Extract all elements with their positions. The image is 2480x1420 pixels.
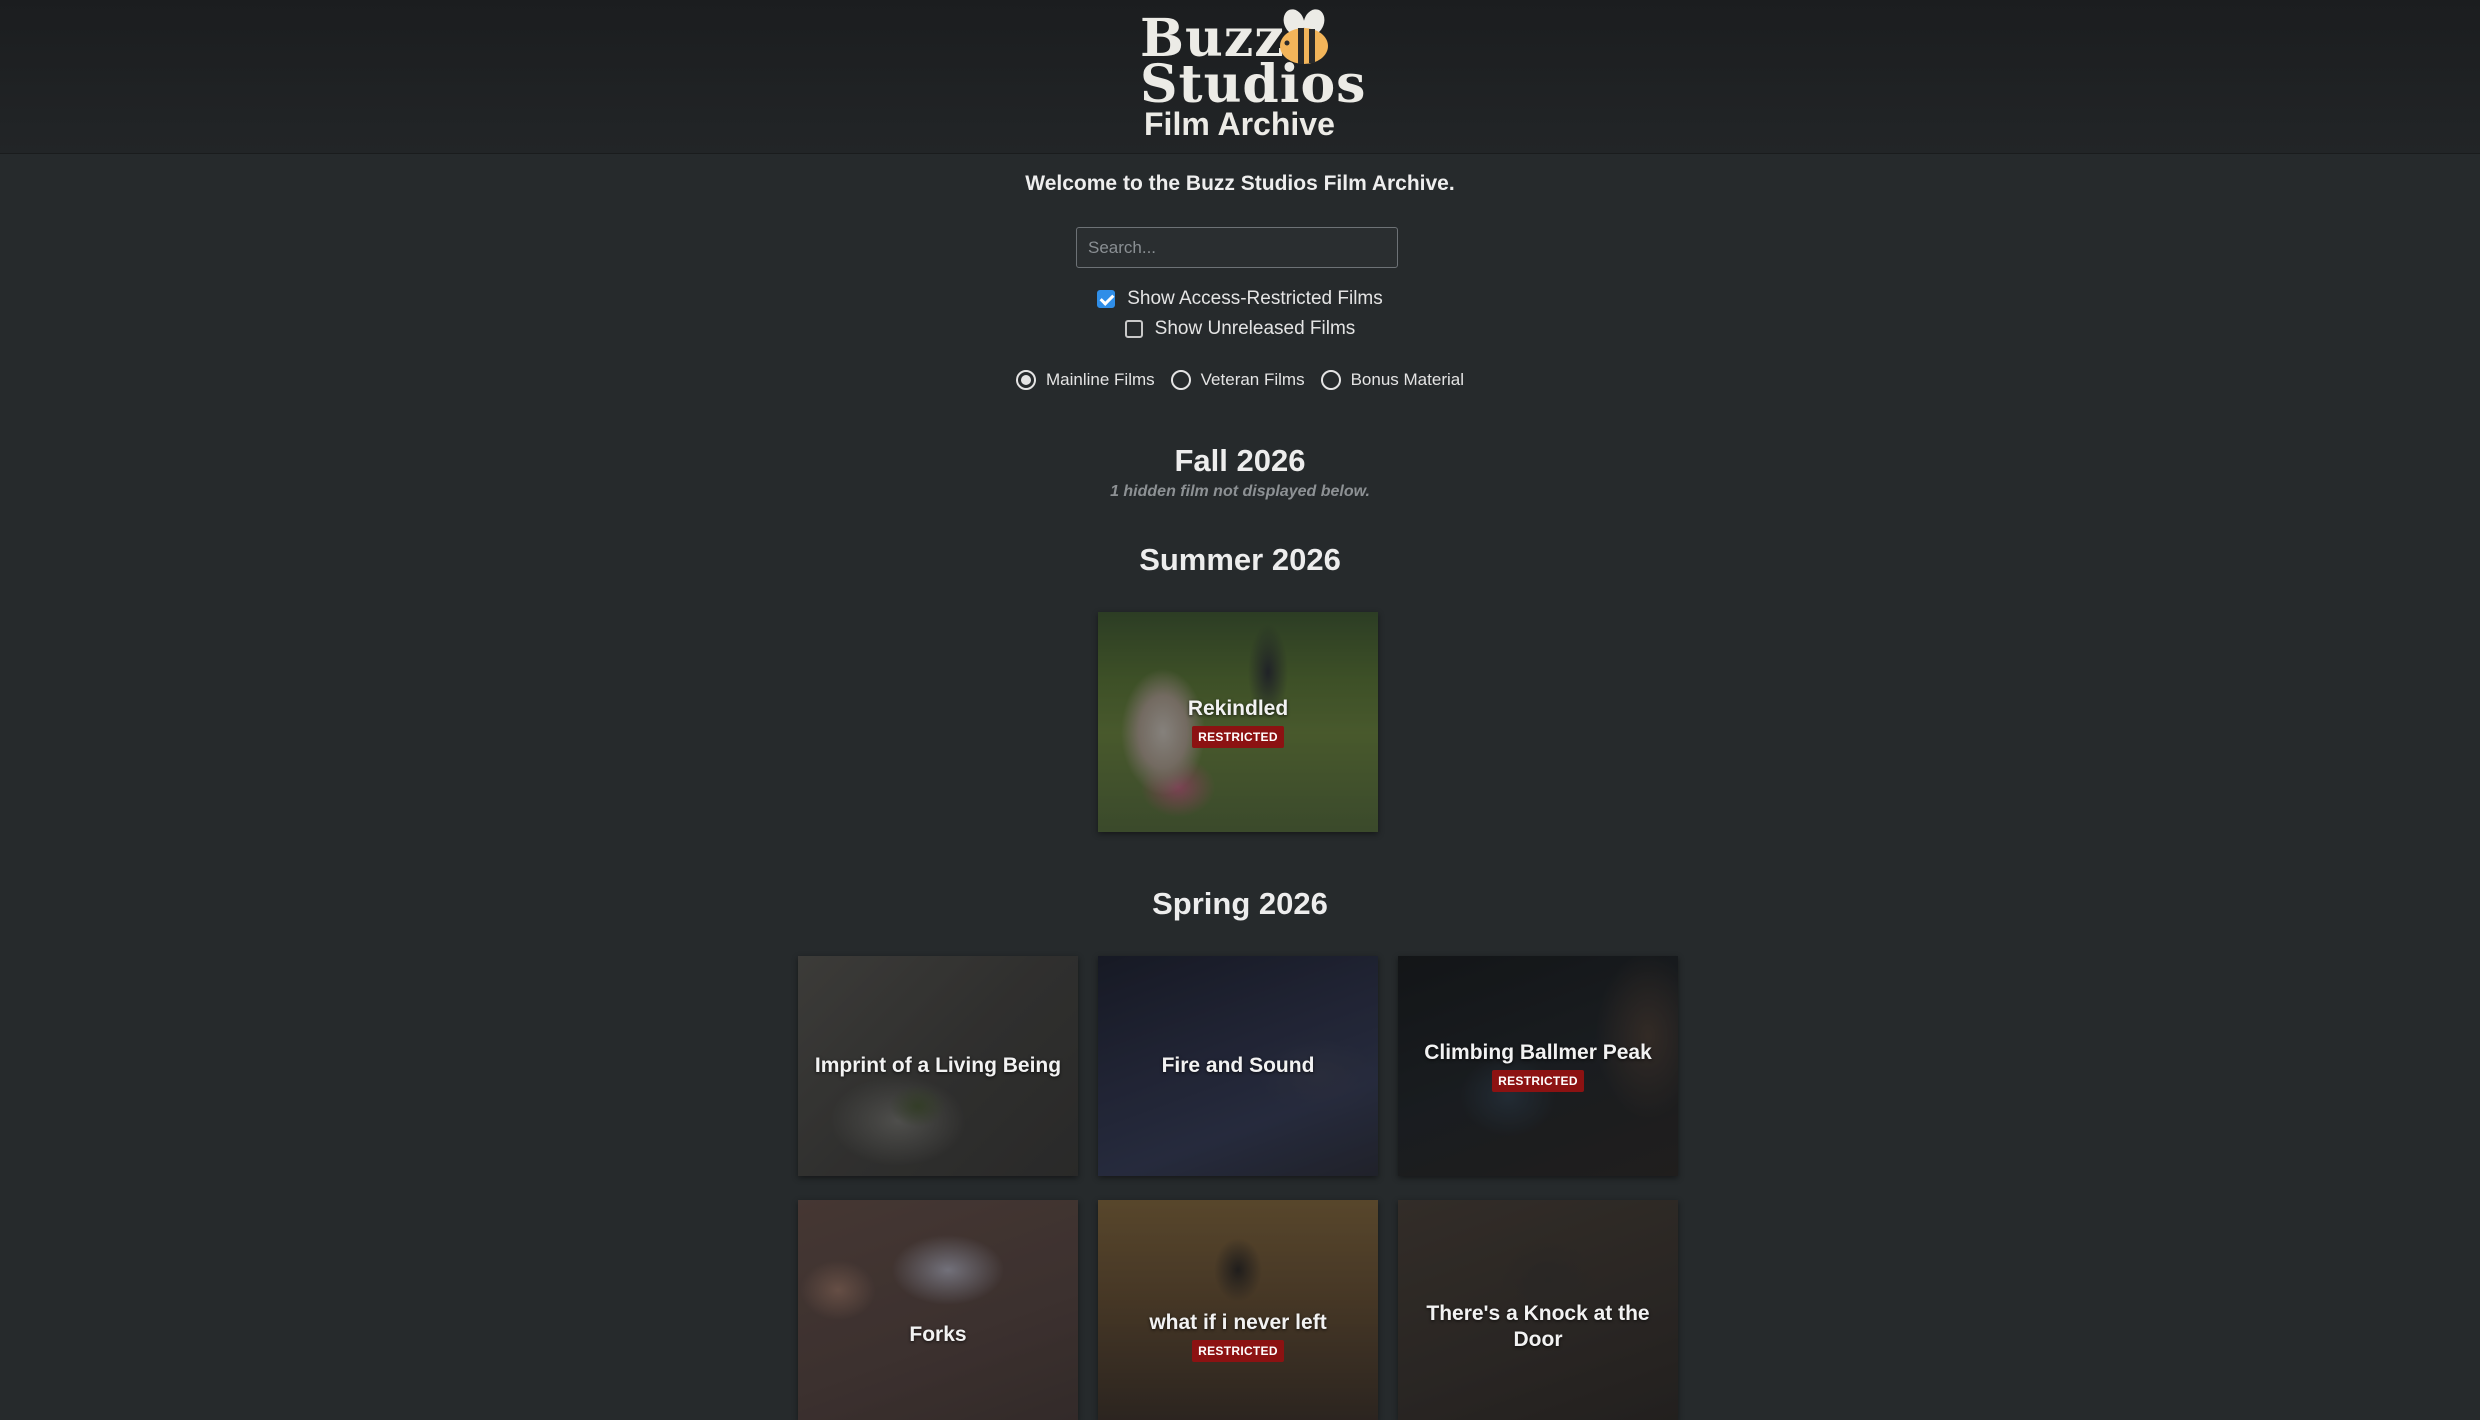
buzz-studios-logo[interactable]: Buzz Studios Film Archive: [1140, 8, 1365, 143]
film-title: what if i never left: [1149, 1311, 1327, 1334]
radio-bonus-material[interactable]: Bonus Material: [1320, 370, 1464, 390]
logo-text-film-archive: Film Archive: [1144, 106, 1335, 142]
film-card-what-if-i-never-left[interactable]: what if i never left RESTRICTED: [1098, 1200, 1378, 1420]
card-info: Fire and Sound: [1098, 956, 1378, 1176]
filter-show-restricted[interactable]: Show Access-Restricted Films: [0, 286, 2480, 312]
radio-button-veteran[interactable]: [1170, 370, 1191, 390]
card-info: Climbing Ballmer Peak RESTRICTED: [1398, 956, 1678, 1176]
film-card-rekindled[interactable]: Rekindled RESTRICTED: [1098, 612, 1378, 832]
card-info: Forks: [798, 1200, 1078, 1420]
radio-button-mainline[interactable]: [1016, 370, 1037, 390]
restricted-badge: RESTRICTED: [1192, 726, 1284, 748]
show-unreleased-checkbox[interactable]: [1124, 320, 1143, 338]
restricted-badge: RESTRICTED: [1192, 1340, 1284, 1362]
show-restricted-label[interactable]: Show Access-Restricted Films: [1127, 286, 1383, 312]
radio-label-bonus[interactable]: Bonus Material: [1351, 370, 1464, 390]
radio-button-bonus[interactable]: [1320, 370, 1341, 390]
site-header: Buzz Studios Film Archive: [0, 0, 2480, 154]
radio-veteran-films[interactable]: Veteran Films: [1170, 370, 1305, 390]
film-card-theres-a-knock-at-the-door[interactable]: There's a Knock at the Door: [1398, 1200, 1678, 1420]
bee-icon: [1280, 9, 1328, 64]
radio-mainline-films[interactable]: Mainline Films: [1016, 370, 1155, 390]
card-info: Imprint of a Living Being: [798, 956, 1078, 1176]
radio-label-veteran[interactable]: Veteran Films: [1201, 370, 1305, 390]
search-input[interactable]: [1076, 227, 1398, 268]
film-card-climbing-ballmer-peak[interactable]: Climbing Ballmer Peak RESTRICTED: [1398, 956, 1678, 1176]
card-info: Rekindled RESTRICTED: [1098, 612, 1378, 832]
category-radio-group: Mainline Films Veteran Films Bonus Mater…: [0, 370, 2480, 396]
section-title-spring-2026: Spring 2026: [1152, 886, 1328, 921]
restricted-badge: RESTRICTED: [1492, 1070, 1584, 1092]
film-title: Imprint of a Living Being: [814, 1054, 1062, 1077]
show-unreleased-label[interactable]: Show Unreleased Films: [1155, 316, 1356, 342]
card-info: There's a Knock at the Door: [1398, 1200, 1678, 1420]
film-card-imprint-of-a-living-being[interactable]: Imprint of a Living Being: [798, 956, 1078, 1176]
film-title: Rekindled: [1187, 697, 1289, 720]
film-title: Fire and Sound: [1161, 1054, 1315, 1077]
section-title-summer-2026: Summer 2026: [1139, 542, 1341, 577]
film-title: Forks: [909, 1323, 967, 1346]
filter-show-unreleased[interactable]: Show Unreleased Films: [0, 316, 2480, 342]
film-title: There's a Knock at the Door: [1426, 1302, 1650, 1351]
radio-label-mainline[interactable]: Mainline Films: [1046, 370, 1155, 390]
welcome-message: Welcome to the Buzz Studios Film Archive…: [1025, 172, 1455, 195]
show-restricted-checkbox[interactable]: [1097, 290, 1116, 308]
film-card-fire-and-sound[interactable]: Fire and Sound: [1098, 956, 1378, 1176]
film-title: Climbing Ballmer Peak: [1424, 1041, 1652, 1064]
section-title-fall-2026: Fall 2026: [1174, 443, 1306, 478]
hidden-films-note: 1 hidden film not displayed below.: [1110, 483, 1370, 500]
card-info: what if i never left RESTRICTED: [1098, 1200, 1378, 1420]
film-card-forks[interactable]: Forks: [798, 1200, 1078, 1420]
